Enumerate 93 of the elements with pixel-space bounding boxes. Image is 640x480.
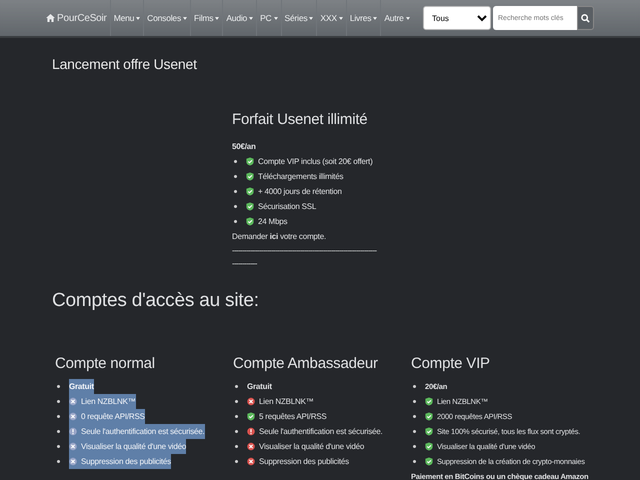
- caret-icon: [274, 16, 278, 20]
- home-icon: [46, 14, 55, 22]
- offer-title: Forfait Usenet illimité: [232, 110, 368, 129]
- check-shield-icon: [246, 172, 254, 181]
- bullet-dot: [234, 204, 237, 208]
- bullet-dot: [234, 160, 237, 163]
- caret-icon: [136, 16, 140, 20]
- exclamation-circle-icon: [69, 426, 77, 436]
- bullet-dot: [57, 444, 60, 448]
- bullet-dot: [57, 460, 60, 463]
- cross-circle-icon: [247, 396, 255, 406]
- nav-menu[interactable]: Menu: [110, 0, 144, 36]
- dashed-rule-text: ----------------------------------------------------------------------: [232, 244, 378, 257]
- bullet-dot: [413, 400, 416, 403]
- nav-menu[interactable]: Audio: [222, 0, 256, 36]
- account-title: Compte VIP: [411, 354, 491, 373]
- list-text: Lien NZBLNK™: [81, 396, 136, 408]
- nav-menu[interactable]: PC: [256, 0, 280, 36]
- bullet-dot: [235, 430, 238, 433]
- caret-icon: [338, 16, 343, 20]
- bullet-dot: [234, 174, 237, 178]
- bullet-dot: [234, 220, 237, 223]
- page-title: Lancement offre Usenet: [52, 56, 198, 73]
- exclamation-circle-icon: [247, 426, 255, 436]
- cross-circle-icon: [69, 456, 77, 466]
- list-text: Suppression des publicités: [81, 456, 171, 468]
- account-title: Compte Ambassadeur: [233, 354, 379, 373]
- bullet-dot: [235, 400, 238, 403]
- check-shield-icon: [425, 442, 433, 451]
- list-text: Seule l'authentification est sécurisée.: [81, 426, 205, 438]
- nav-menu[interactable]: XXX: [316, 0, 346, 36]
- caret-icon: [183, 16, 188, 20]
- category-select[interactable]: Tous: [423, 6, 491, 30]
- bullet-dot: [57, 414, 60, 418]
- bullet-dot: [57, 384, 60, 388]
- bullet-dot: [413, 414, 416, 418]
- bullet-dot: [235, 460, 238, 463]
- nav-menu[interactable]: Livres: [346, 0, 380, 36]
- check-shield-icon: [425, 456, 433, 466]
- cross-circle-icon: [247, 456, 255, 466]
- nav-menu[interactable]: Séries: [280, 0, 316, 36]
- list-text: Sécurisation SSL: [258, 200, 316, 213]
- check-shield-icon: [246, 186, 254, 196]
- caret-icon: [406, 16, 410, 20]
- cross-circle-icon: [69, 412, 77, 421]
- brand-link[interactable]: PourCeSoir: [46, 10, 110, 26]
- bullet-dot: [413, 444, 416, 448]
- price-text: 50€/an: [232, 140, 257, 153]
- caret-icon: [215, 16, 220, 20]
- check-shield-icon: [246, 156, 254, 166]
- list-text: Gratuit: [247, 380, 272, 393]
- bullet-dot: [413, 430, 416, 433]
- bullet-dot: [413, 460, 416, 463]
- cross-circle-icon: [247, 442, 255, 451]
- account-title: Compte normal: [55, 354, 156, 373]
- bullet-dot: [235, 384, 238, 388]
- list-text: 24 Mbps: [258, 216, 288, 228]
- bullet-dot: [235, 414, 238, 418]
- list-text: Seule l'authentification est sécurisée.: [259, 426, 383, 438]
- check-shield-icon: [425, 426, 433, 436]
- search-icon: [581, 14, 590, 22]
- bullet-dot: [57, 430, 60, 433]
- caret-icon: [249, 16, 254, 20]
- nav-menu[interactable]: Autre: [380, 0, 413, 36]
- check-shield-icon: [246, 216, 254, 226]
- nav-menu[interactable]: Consoles: [143, 0, 190, 36]
- list-text: Téléchargements illimités: [258, 170, 344, 183]
- request-text: Demander ici votre compte.: [232, 230, 327, 243]
- list-text: Visualiser la qualité d'une vidéo: [259, 440, 364, 453]
- cross-circle-icon: [69, 442, 77, 451]
- list-text: Lien NZBLNK™: [259, 396, 314, 408]
- dashed-rule-text: ------------: [232, 258, 258, 270]
- bullet-dot: [234, 190, 237, 193]
- bullet-dot: [413, 384, 416, 388]
- bullet-dot: [235, 444, 238, 448]
- caret-icon: [309, 16, 314, 20]
- cross-circle-icon: [69, 396, 77, 406]
- section-title: Comptes d'accès au site:: [52, 290, 260, 313]
- list-text: Visualiser la qualité d'une vidéo: [81, 440, 186, 453]
- nav-menu[interactable]: Films: [190, 0, 222, 36]
- list-text: Gratuit: [69, 380, 94, 393]
- list-text: Suppression des publicités: [259, 456, 349, 468]
- bullet-dot: [57, 400, 60, 403]
- list-text: + 4000 jours de rétention: [258, 186, 342, 198]
- check-shield-icon: [425, 396, 433, 406]
- check-shield-icon: [247, 412, 255, 421]
- search-button[interactable]: [577, 6, 594, 30]
- list-text: Compte VIP inclus (soit 20€ offert): [258, 156, 373, 168]
- list-text: 0 requête API/RSS: [81, 410, 145, 423]
- caret-icon: [373, 16, 378, 20]
- check-shield-icon: [425, 412, 433, 421]
- list-text: 5 requêtes API/RSS: [259, 410, 327, 423]
- check-shield-icon: [246, 202, 254, 211]
